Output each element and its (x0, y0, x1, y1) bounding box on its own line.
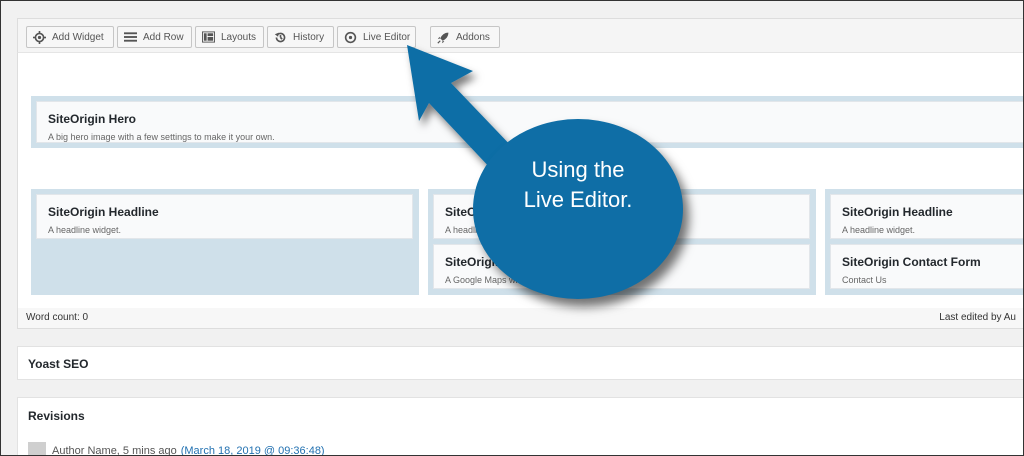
revisions-title: Revisions (28, 409, 85, 423)
editor-status-bar: Word count: 0 Last edited by Au (17, 308, 1023, 329)
revision-link[interactable]: (March 18, 2019 @ 09:36:48) (181, 445, 325, 455)
history-button[interactable]: History (267, 26, 334, 48)
page-builder-toolbar: Add Widget Add Row Layouts History Live … (17, 18, 1023, 53)
yoast-seo-title: Yoast SEO (28, 357, 89, 371)
layouts-label: Layouts (221, 31, 257, 43)
callout-line-1: Using the (531, 157, 625, 182)
widget-title: SiteOrigin Hero (48, 112, 137, 126)
widget-headline[interactable]: SiteOrigin Headline A headline widget. (830, 194, 1023, 239)
bars-icon (124, 32, 137, 42)
callout-line-2: Live Editor. (523, 187, 633, 212)
revisions-metabox[interactable]: Revisions Author Name, 5 mins ago (March… (17, 397, 1023, 456)
widget-title: SiteOrigin Contact Form (842, 255, 981, 269)
history-icon (274, 32, 286, 42)
add-widget-button[interactable]: Add Widget (26, 26, 114, 48)
avatar (28, 442, 46, 455)
rocket-icon (437, 32, 449, 44)
revision-author: Author Name, 5 mins ago (52, 445, 177, 456)
addons-label: Addons (456, 31, 490, 43)
widget-headline[interactable]: SiteOrigin Headline A headline widget. (36, 194, 413, 239)
yoast-seo-metabox[interactable]: Yoast SEO (17, 346, 1023, 380)
builder-cell-3[interactable]: SiteOrigin Headline A headline widget. S… (825, 189, 1023, 295)
widget-description: A headline widget. (842, 225, 916, 235)
widget-contact-form[interactable]: SiteOrigin Contact Form Contact Us (830, 244, 1023, 289)
add-row-button[interactable]: Add Row (117, 26, 192, 48)
builder-cell-1[interactable]: SiteOrigin Headline A headline widget. (31, 189, 419, 295)
revision-item: Author Name, 5 mins ago (March 18, 2019 … (28, 442, 325, 456)
addons-button[interactable]: Addons (430, 26, 500, 48)
last-edited: Last edited by Au (939, 312, 1016, 323)
widget-description: A headline widget. (48, 225, 122, 235)
callout-bubble: Using the Live Editor. (473, 119, 683, 299)
eye-icon (344, 31, 357, 43)
word-count: Word count: 0 (26, 312, 89, 323)
live-editor-label: Live Editor (363, 31, 411, 43)
history-label: History (293, 31, 325, 43)
widget-description: Contact Us (842, 275, 887, 285)
layouts-button[interactable]: Layouts (195, 26, 264, 48)
widget-title: SiteOrigin Headline (48, 205, 159, 219)
layout-icon (202, 31, 215, 43)
gear-icon (33, 30, 46, 44)
widget-title: SiteOrigin Headline (842, 205, 953, 219)
callout-text: Using the Live Editor. (473, 155, 683, 215)
add-row-label: Add Row (143, 31, 184, 43)
screenshot-frame: Add Widget Add Row Layouts History Live … (0, 0, 1024, 456)
live-editor-button[interactable]: Live Editor (337, 26, 416, 48)
add-widget-label: Add Widget (52, 31, 104, 43)
